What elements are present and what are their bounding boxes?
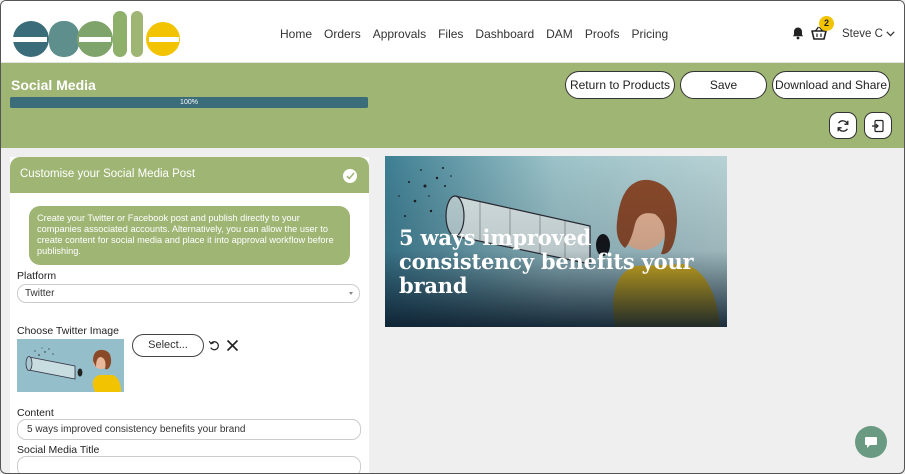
- nav-dashboard[interactable]: Dashboard: [475, 27, 534, 41]
- social-title-input[interactable]: [17, 456, 361, 473]
- user-menu[interactable]: Steve C: [842, 28, 895, 40]
- chat-button[interactable]: [855, 426, 887, 458]
- content-label: Content: [17, 407, 54, 419]
- bell-icon[interactable]: [791, 26, 805, 40]
- cart-count-badge: 2: [819, 16, 834, 31]
- customise-panel: Customise your Social Media Post Create …: [10, 157, 369, 473]
- check-circle-icon: [343, 169, 357, 183]
- info-message: Create your Twitter or Facebook post and…: [29, 206, 350, 265]
- return-to-products-button[interactable]: Return to Products: [565, 71, 675, 99]
- image-label: Choose Twitter Image: [17, 325, 119, 337]
- platform-label: Platform: [17, 270, 57, 282]
- chat-bubble-icon: [865, 437, 877, 448]
- refresh-icon: [837, 119, 849, 132]
- content-input[interactable]: 5 ways improved consistency benefits you…: [17, 419, 361, 440]
- nav-proofs[interactable]: Proofs: [585, 27, 620, 41]
- nav-home[interactable]: Home: [280, 27, 312, 41]
- nav-orders[interactable]: Orders: [324, 27, 361, 41]
- user-name: Steve C: [842, 28, 883, 40]
- app-window: Home Orders Approvals Files Dashboard DA…: [0, 0, 905, 474]
- panel-title: Customise your Social Media Post: [20, 168, 196, 180]
- chevron-down-icon: [886, 31, 895, 37]
- export-button[interactable]: [864, 112, 892, 139]
- nav-files[interactable]: Files: [438, 27, 463, 41]
- export-icon: [872, 119, 884, 132]
- panel-header[interactable]: Customise your Social Media Post: [10, 157, 369, 193]
- main-nav: Home Orders Approvals Files Dashboard DA…: [280, 27, 668, 41]
- progress-bar: 100%: [10, 97, 368, 108]
- top-navbar: Home Orders Approvals Files Dashboard DA…: [1, 1, 904, 63]
- progress-label: 100%: [180, 99, 198, 106]
- preview-headline: 5 ways improved consistency benefits you…: [399, 225, 694, 298]
- dropdown-arrow-icon: [349, 292, 353, 295]
- twitter-image-thumbnail: [17, 339, 124, 392]
- enable-logo[interactable]: [9, 9, 181, 59]
- page-title: Social Media: [11, 77, 96, 93]
- refresh-button[interactable]: [829, 112, 857, 139]
- platform-select[interactable]: Twitter: [17, 284, 360, 303]
- select-image-button[interactable]: Select...: [132, 334, 204, 357]
- close-icon[interactable]: [226, 339, 239, 352]
- post-preview: 5 ways improved consistency benefits you…: [385, 156, 727, 327]
- social-title-label: Social Media Title: [17, 444, 100, 456]
- nav-approvals[interactable]: Approvals: [373, 27, 426, 41]
- nav-pricing[interactable]: Pricing: [632, 27, 669, 41]
- page-toolbar: Social Media 100% Return to Products Sav…: [1, 63, 904, 148]
- platform-selected-value: Twitter: [25, 288, 55, 299]
- download-and-share-button[interactable]: Download and Share: [772, 71, 890, 99]
- save-button[interactable]: Save: [680, 71, 767, 99]
- nav-dam[interactable]: DAM: [546, 27, 573, 41]
- undo-icon[interactable]: [208, 339, 221, 352]
